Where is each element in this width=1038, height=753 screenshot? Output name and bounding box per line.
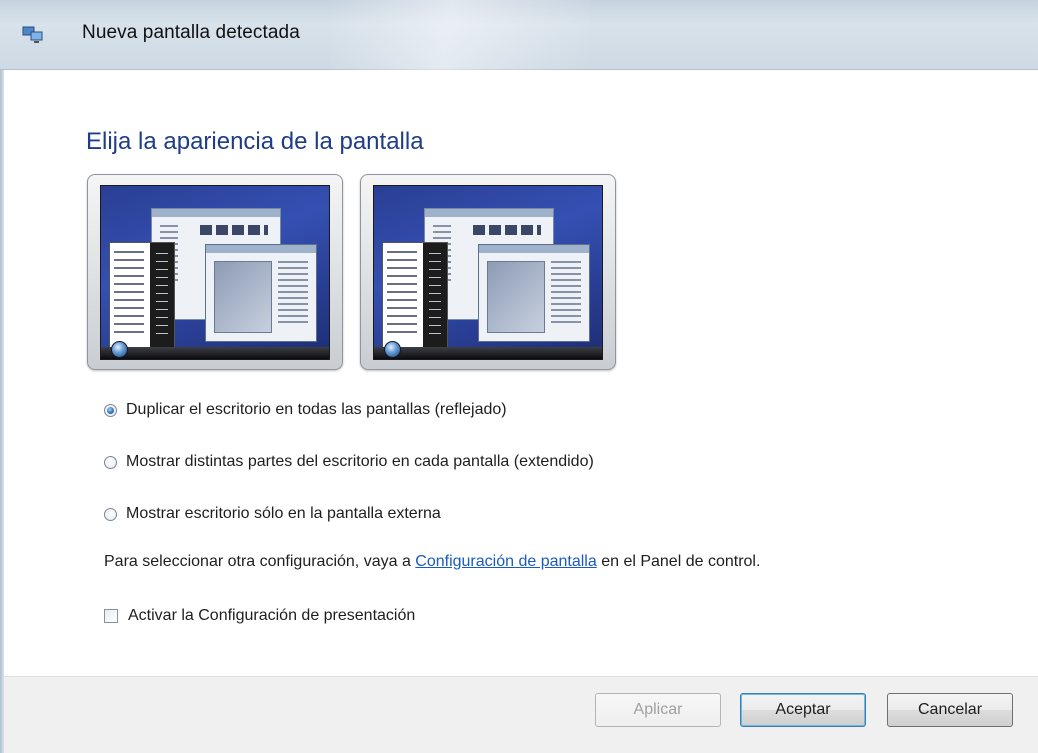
dialog-content xyxy=(4,70,1038,676)
extended-preview xyxy=(360,174,616,370)
option-label: Mostrar distintas partes del escritorio … xyxy=(126,453,594,470)
option-label: Duplicar el escritorio en todas las pant… xyxy=(126,401,507,418)
window-title: Nueva pantalla detectada xyxy=(82,22,300,43)
info-suffix: en el Panel de control. xyxy=(596,553,761,570)
title-bar: Nueva pantalla detectada xyxy=(0,0,1038,70)
cancel-button[interactable]: Cancelar xyxy=(887,693,1013,727)
checkbox-label: Activar la Configuración de presentación xyxy=(128,607,416,624)
radio-button-selected[interactable] xyxy=(104,403,117,417)
radio-button[interactable] xyxy=(104,455,117,469)
page-heading: Elija la apariencia de la pantalla xyxy=(86,128,424,156)
display-settings-link[interactable]: Configuración de pantalla xyxy=(415,553,596,570)
radio-button[interactable] xyxy=(104,507,117,521)
ok-button[interactable]: Aceptar xyxy=(740,693,866,727)
option-label: Mostrar escritorio sólo en la pantalla e… xyxy=(126,505,441,522)
desktop-preview-icon xyxy=(100,185,330,360)
info-text: Para seleccionar otra configuración, vay… xyxy=(104,553,760,571)
display-settings-icon xyxy=(22,26,43,43)
button-bar xyxy=(4,676,1038,753)
apply-button[interactable]: Aplicar xyxy=(595,693,721,727)
start-orb-icon xyxy=(384,341,401,358)
mirrored-preview xyxy=(87,174,343,370)
presentation-settings-checkbox[interactable] xyxy=(104,609,118,623)
option-mirrored[interactable]: Duplicar el escritorio en todas las pant… xyxy=(104,399,507,421)
presentation-settings-option[interactable]: Activar la Configuración de presentación xyxy=(104,605,415,627)
desktop-preview-icon xyxy=(373,185,603,360)
start-orb-icon xyxy=(111,341,128,358)
info-prefix: Para seleccionar otra configuración, vay… xyxy=(104,553,416,570)
option-external-only[interactable]: Mostrar escritorio sólo en la pantalla e… xyxy=(104,503,441,525)
option-extended[interactable]: Mostrar distintas partes del escritorio … xyxy=(104,451,594,473)
